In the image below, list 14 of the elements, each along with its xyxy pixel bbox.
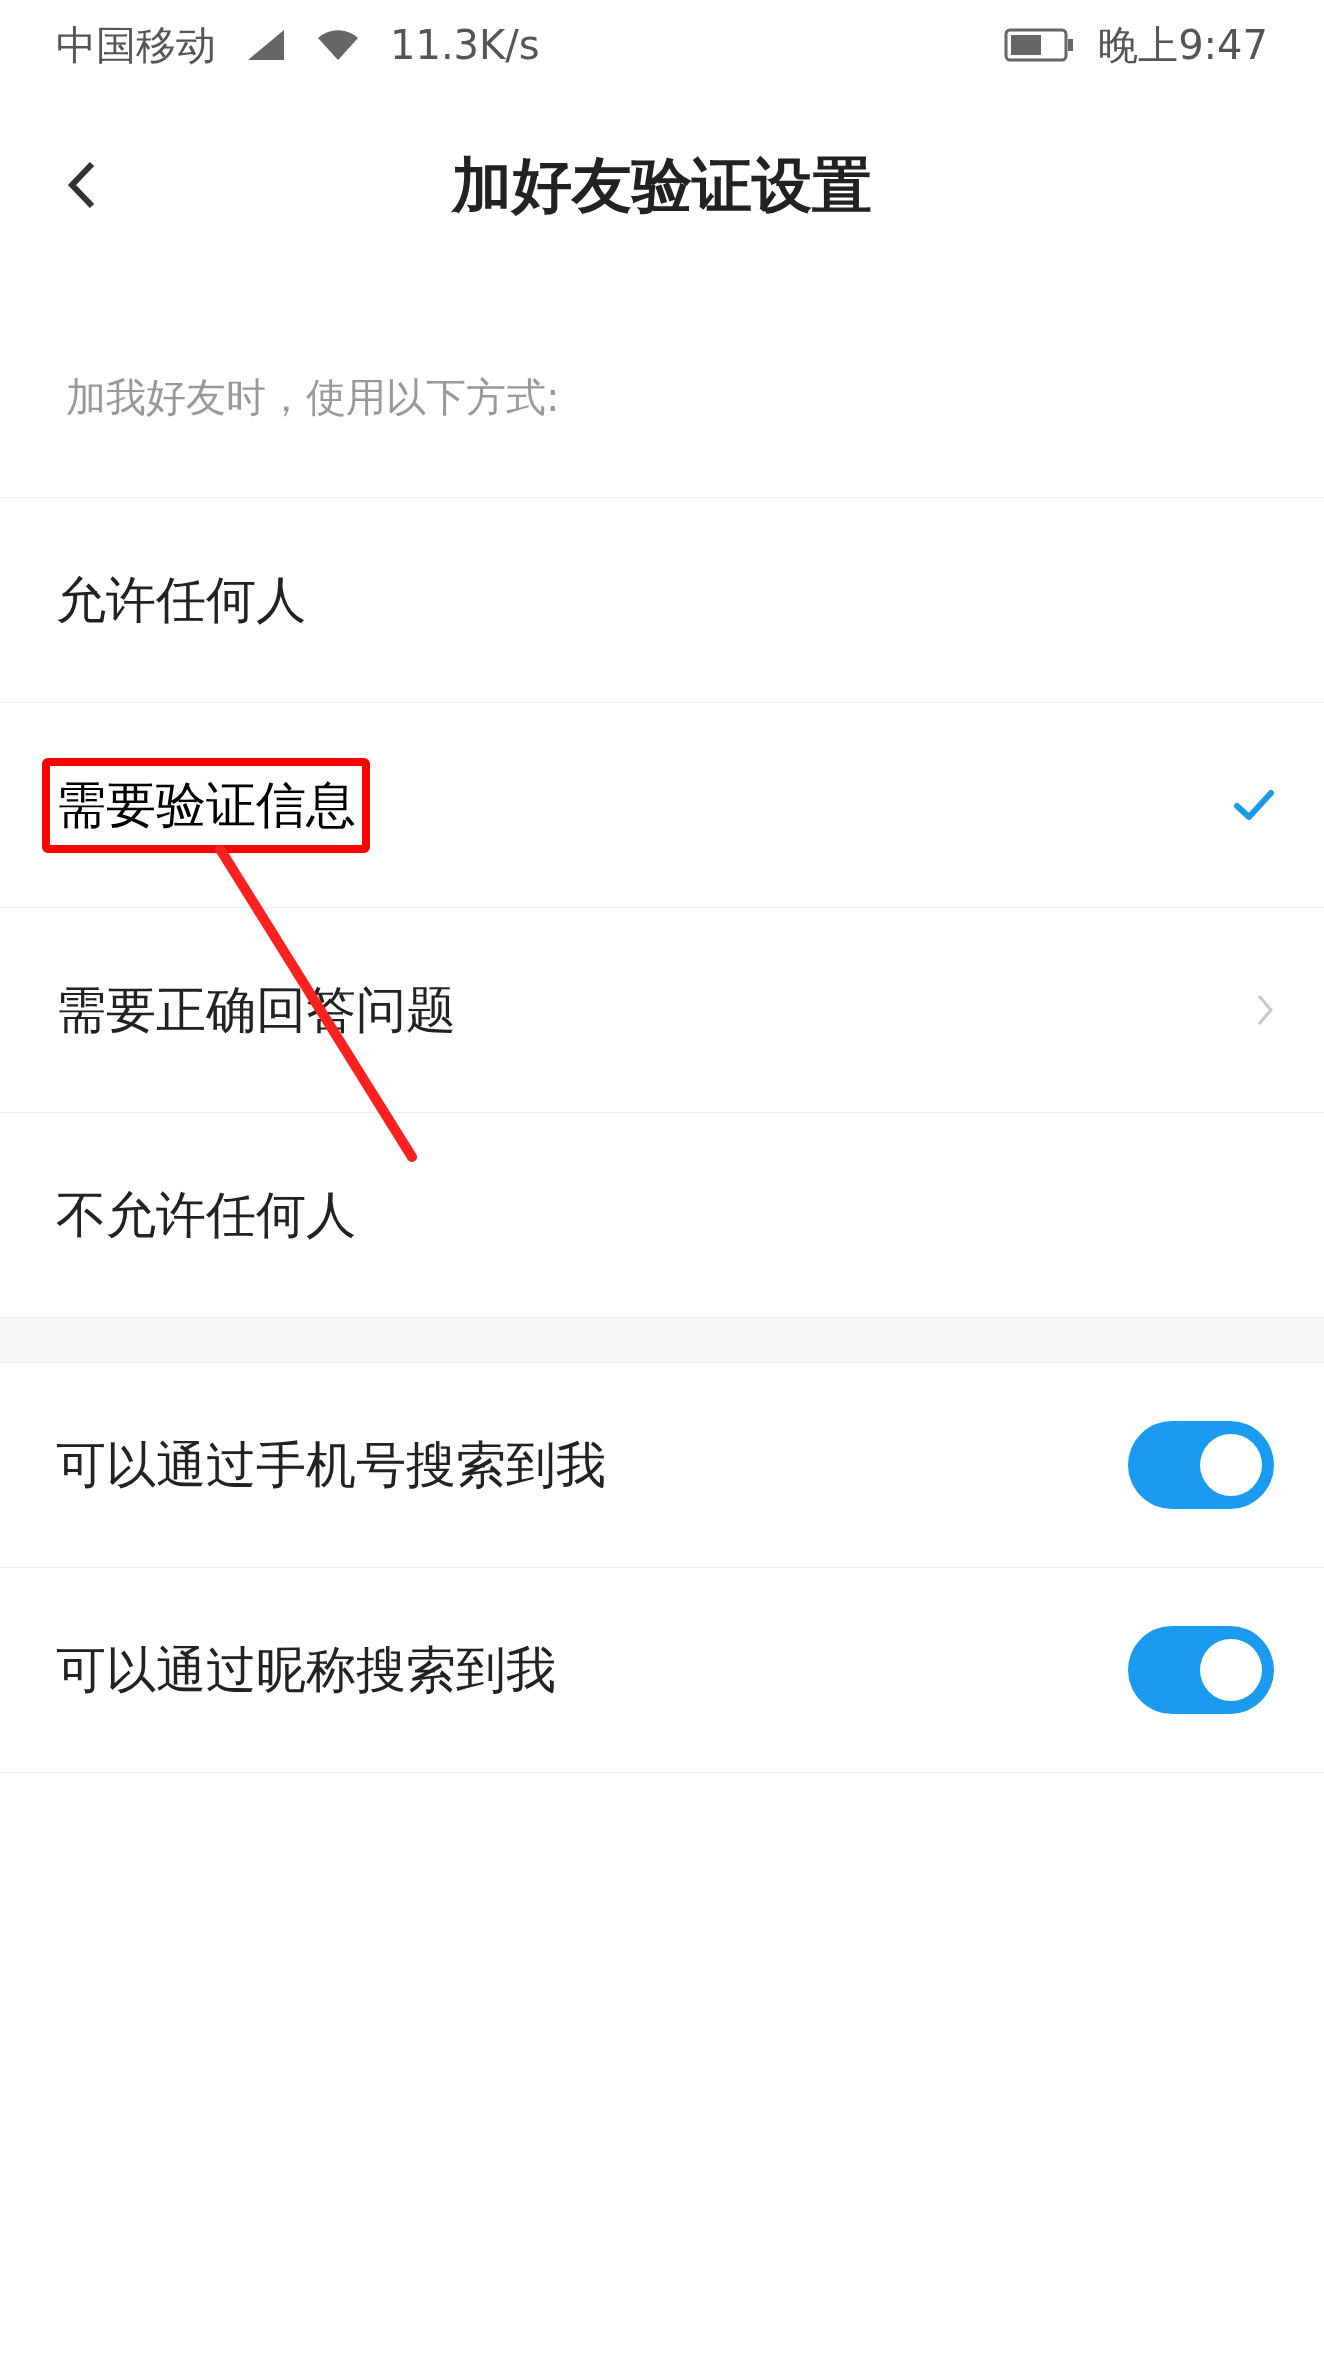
option-label: 可以通过昵称搜索到我 xyxy=(56,1639,556,1701)
battery-icon xyxy=(1004,28,1075,62)
clock-time: 晚上9:47 xyxy=(1098,21,1268,70)
option-label: 可以通过手机号搜索到我 xyxy=(56,1434,606,1496)
page-title: 加好友验证设置 xyxy=(452,149,872,222)
option-label: 需要验证信息 xyxy=(42,757,370,853)
option-label: 不允许任何人 xyxy=(56,1184,356,1246)
carrier-name: 中国移动 xyxy=(56,21,216,70)
chevron-right-icon xyxy=(1256,993,1274,1027)
option-label: 允许任何人 xyxy=(56,569,306,631)
network-speed: 11.3K/s xyxy=(390,21,540,70)
signal-icon xyxy=(246,28,286,62)
section-hint: 加我好友时，使用以下方式: xyxy=(66,373,560,422)
wifi-icon xyxy=(316,28,360,62)
